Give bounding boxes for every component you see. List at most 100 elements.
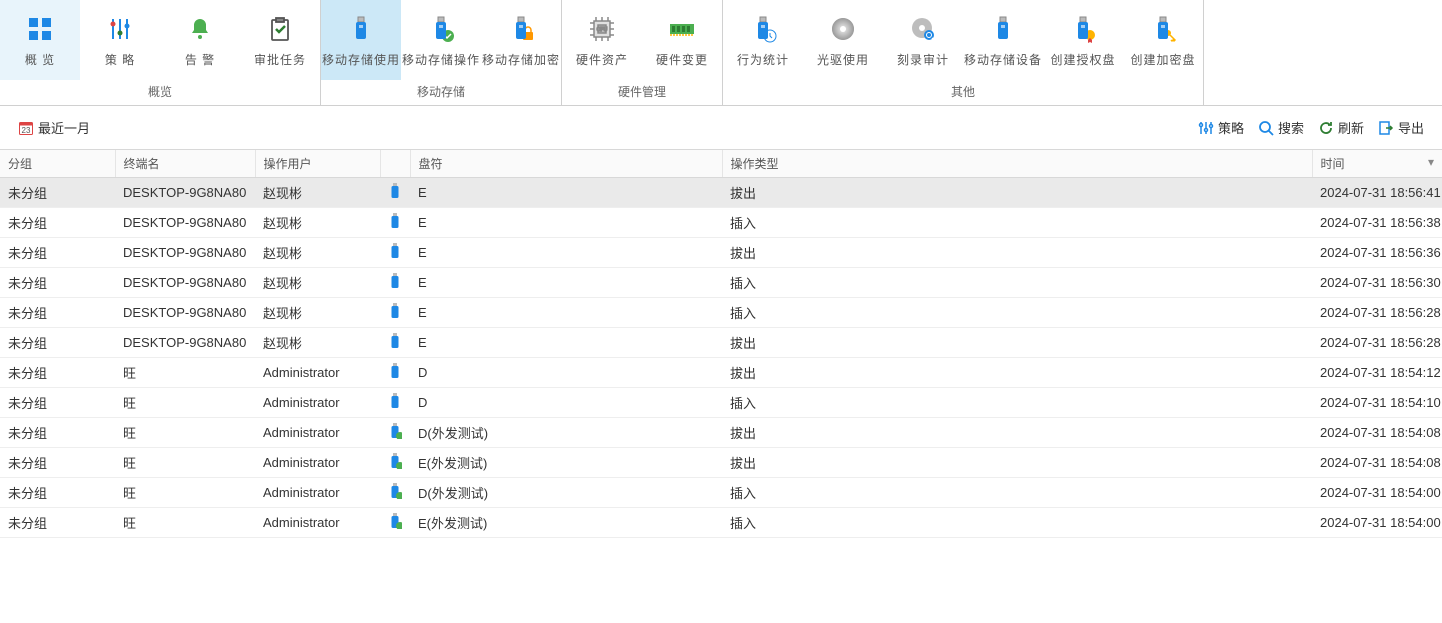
search-button[interactable]: 搜索 xyxy=(1258,118,1304,137)
ribbon-group-label: 概览 xyxy=(0,80,320,105)
cell-optype: 插入 xyxy=(722,298,1312,328)
ribbon: 概 览策 略告 警审批任务概览移动存储使用移动存储操作移动存储加密移动存储CPU… xyxy=(0,0,1442,106)
ribbon-label: 硬件变更 xyxy=(656,51,708,68)
ribbon-usb-enc[interactable]: 移动存储加密 xyxy=(481,0,561,80)
col-group[interactable]: 分组 xyxy=(0,150,115,178)
date-filter-label: 最近一月 xyxy=(38,118,90,137)
usb-icon xyxy=(388,513,402,532)
ribbon-cd-use[interactable]: 光驱使用 xyxy=(803,0,883,80)
calendar-icon: 23 xyxy=(18,120,34,136)
table-row[interactable]: 未分组 DESKTOP-9G8NA80 赵现彬 E 拔出 2024-07-31 … xyxy=(0,238,1442,268)
table-row[interactable]: 未分组 旺 Administrator D(外发测试) 插入 2024-07-3… xyxy=(0,478,1442,508)
sliders-icon xyxy=(1198,120,1214,136)
date-filter-button[interactable]: 23 最近一月 xyxy=(18,118,90,137)
cell-icon xyxy=(380,448,410,478)
col-optype[interactable]: 操作类型 xyxy=(722,150,1312,178)
cell-user: 赵现彬 xyxy=(255,298,380,328)
cell-terminal: 旺 xyxy=(115,418,255,448)
col-terminal[interactable]: 终端名 xyxy=(115,150,255,178)
ribbon-label: 刻录审计 xyxy=(897,51,949,68)
cell-terminal: 旺 xyxy=(115,358,255,388)
usb-blue-icon xyxy=(345,13,377,45)
cell-user: 赵现彬 xyxy=(255,178,380,208)
ribbon-label: 概 览 xyxy=(25,51,55,68)
ribbon-label: 行为统计 xyxy=(737,51,789,68)
cell-terminal: 旺 xyxy=(115,478,255,508)
col-icon[interactable] xyxy=(380,150,410,178)
ribbon-label: 策 略 xyxy=(105,51,135,68)
ribbon-overview[interactable]: 概 览 xyxy=(0,0,80,80)
cell-icon xyxy=(380,388,410,418)
cell-drive: E xyxy=(410,208,722,238)
ribbon-hw-change[interactable]: 硬件变更 xyxy=(642,0,722,80)
cell-time: 2024-07-31 18:54:00 xyxy=(1312,478,1442,508)
cell-optype: 拔出 xyxy=(722,358,1312,388)
refresh-button[interactable]: 刷新 xyxy=(1318,118,1364,137)
cell-drive: E(外发测试) xyxy=(410,508,722,538)
cell-group: 未分组 xyxy=(0,358,115,388)
refresh-icon xyxy=(1318,120,1334,136)
policy-button[interactable]: 策略 xyxy=(1198,118,1244,137)
cell-icon xyxy=(380,478,410,508)
cell-group: 未分组 xyxy=(0,238,115,268)
clipboard-icon xyxy=(264,13,296,45)
col-drive[interactable]: 盘符 xyxy=(410,150,722,178)
table-row[interactable]: 未分组 旺 Administrator E(外发测试) 插入 2024-07-3… xyxy=(0,508,1442,538)
cell-terminal: DESKTOP-9G8NA80 xyxy=(115,208,255,238)
table-row[interactable]: 未分组 DESKTOP-9G8NA80 赵现彬 E 插入 2024-07-31 … xyxy=(0,298,1442,328)
cell-optype: 拔出 xyxy=(722,328,1312,358)
cell-optype: 拔出 xyxy=(722,238,1312,268)
ribbon-usb-op[interactable]: 移动存储操作 xyxy=(401,0,481,80)
cell-group: 未分组 xyxy=(0,388,115,418)
ram-icon xyxy=(666,13,698,45)
ribbon-approval[interactable]: 审批任务 xyxy=(240,0,320,80)
table-row[interactable]: 未分组 DESKTOP-9G8NA80 赵现彬 E 插入 2024-07-31 … xyxy=(0,208,1442,238)
ribbon-behavior[interactable]: 行为统计 xyxy=(723,0,803,80)
cell-terminal: DESKTOP-9G8NA80 xyxy=(115,298,255,328)
table-row[interactable]: 未分组 旺 Administrator E(外发测试) 拔出 2024-07-3… xyxy=(0,448,1442,478)
table-row[interactable]: 未分组 旺 Administrator D 拔出 2024-07-31 18:5… xyxy=(0,358,1442,388)
cell-optype: 插入 xyxy=(722,478,1312,508)
cell-user: Administrator xyxy=(255,478,380,508)
ribbon-label: 移动存储加密 xyxy=(482,51,560,68)
usb-plain-icon xyxy=(987,13,1019,45)
cell-drive: D xyxy=(410,358,722,388)
ribbon-policy[interactable]: 策 略 xyxy=(80,0,160,80)
table-row[interactable]: 未分组 DESKTOP-9G8NA80 赵现彬 E 拔出 2024-07-31 … xyxy=(0,178,1442,208)
ribbon-burn-audit[interactable]: 刻录审计 xyxy=(883,0,963,80)
table-row[interactable]: 未分组 旺 Administrator D(外发测试) 拔出 2024-07-3… xyxy=(0,418,1442,448)
cell-icon xyxy=(380,178,410,208)
usb-icon xyxy=(388,483,402,502)
table-row[interactable]: 未分组 旺 Administrator D 插入 2024-07-31 18:5… xyxy=(0,388,1442,418)
ribbon-enc-disk[interactable]: 创建加密盘 xyxy=(1123,0,1203,80)
ribbon-alert[interactable]: 告 警 xyxy=(160,0,240,80)
cell-icon xyxy=(380,208,410,238)
usb-lock-icon xyxy=(505,13,537,45)
cell-time: 2024-07-31 18:54:00 xyxy=(1312,508,1442,538)
usb-key-icon xyxy=(1147,13,1179,45)
disc-icon xyxy=(827,13,859,45)
ribbon-auth-disk[interactable]: 创建授权盘 xyxy=(1043,0,1123,80)
col-user[interactable]: 操作用户 xyxy=(255,150,380,178)
table-row[interactable]: 未分组 DESKTOP-9G8NA80 赵现彬 E 插入 2024-07-31 … xyxy=(0,268,1442,298)
cell-terminal: 旺 xyxy=(115,448,255,478)
cell-terminal: 旺 xyxy=(115,508,255,538)
col-time[interactable]: 时间▾ xyxy=(1312,150,1442,178)
cell-icon xyxy=(380,328,410,358)
cell-user: 赵现彬 xyxy=(255,268,380,298)
table-row[interactable]: 未分组 DESKTOP-9G8NA80 赵现彬 E 拔出 2024-07-31 … xyxy=(0,328,1442,358)
cell-terminal: DESKTOP-9G8NA80 xyxy=(115,328,255,358)
ribbon-usb-use[interactable]: 移动存储使用 xyxy=(321,0,401,80)
cell-user: 赵现彬 xyxy=(255,328,380,358)
ribbon-hw-asset[interactable]: CPU硬件资产 xyxy=(562,0,642,80)
cell-icon xyxy=(380,508,410,538)
ribbon-label: 创建授权盘 xyxy=(1050,51,1115,68)
export-button[interactable]: 导出 xyxy=(1378,118,1424,137)
usb-cert-icon xyxy=(1067,13,1099,45)
ribbon-label: 移动存储使用 xyxy=(322,51,400,68)
ribbon-usb-dev[interactable]: 移动存储设备 xyxy=(963,0,1043,80)
cell-drive: D(外发测试) xyxy=(410,478,722,508)
usb-icon xyxy=(388,243,402,262)
cell-time: 2024-07-31 18:54:10 xyxy=(1312,388,1442,418)
cell-optype: 拔出 xyxy=(722,448,1312,478)
